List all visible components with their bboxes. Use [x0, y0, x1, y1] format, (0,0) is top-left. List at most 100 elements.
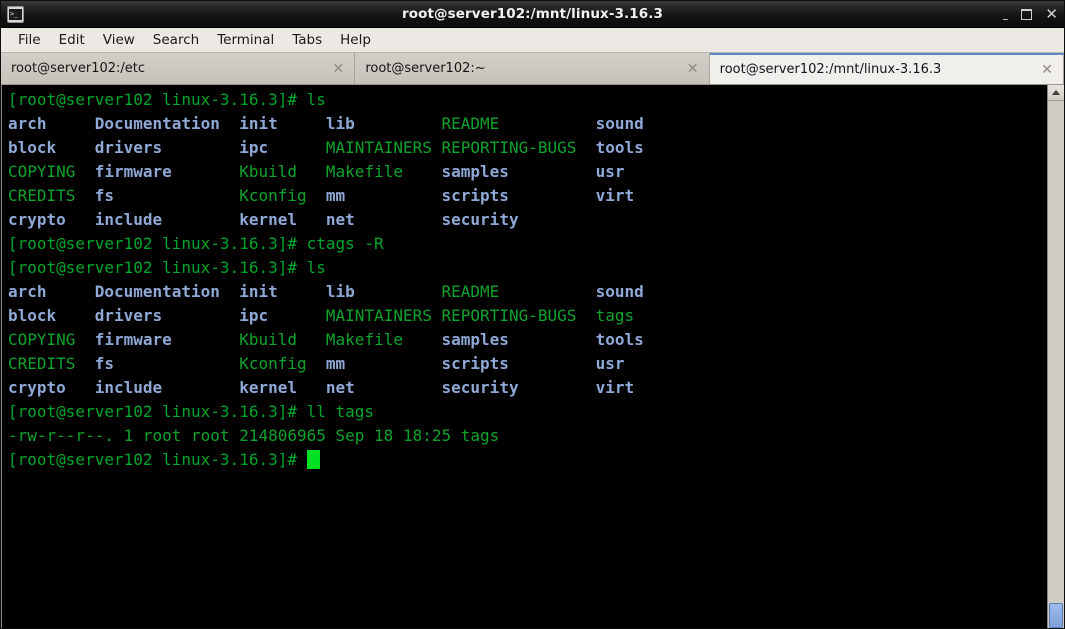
menu-item-search[interactable]: Search [144, 30, 208, 50]
ls-output-row: COPYING firmware Kbuild Makefile samples… [8, 160, 1047, 184]
menu-item-help[interactable]: Help [331, 30, 380, 50]
ls-directory-entry: samples [441, 162, 509, 181]
ls-directory-entry: Documentation [94, 282, 220, 301]
tab-label: root@server102:/etc [11, 61, 146, 76]
tab-close-icon[interactable]: ✕ [685, 61, 701, 77]
menu-item-file[interactable]: File [9, 30, 50, 50]
terminal-icon-glyph: >_ [9, 8, 22, 20]
ls-file-entry: Makefile [325, 162, 403, 181]
shell-command: ls [296, 90, 326, 109]
ls-directory-entry: include [94, 378, 163, 397]
ls-directory-entry: lib [325, 114, 355, 133]
ls-file-entry: COPYING [8, 162, 76, 181]
ls-file-entry: REPORTING-BUGS [441, 306, 577, 325]
shell-prompt: [root@server102 linux-3.16.3]# [8, 402, 297, 421]
ls-file-entry: Kconfig [239, 186, 307, 205]
ls-directory-entry: init [239, 282, 278, 301]
ls-output-row: crypto include kernel net security virt [8, 376, 1047, 400]
menu-item-terminal[interactable]: Terminal [208, 30, 283, 50]
terminal-command-line: [root@server102 linux-3.16.3]# ll tags [8, 400, 1047, 424]
ls-directory-entry: net [325, 210, 355, 229]
ls-file-entry: Kconfig [239, 354, 307, 373]
menu-item-tabs[interactable]: Tabs [283, 30, 331, 50]
ls-directory-entry: security [441, 378, 519, 397]
ls-directory-entry: block [8, 306, 57, 325]
ls-file-entry: Kbuild [239, 330, 297, 349]
ls-directory-entry: usr [595, 354, 625, 373]
ls-directory-entry: include [94, 210, 163, 229]
menu-item-view[interactable]: View [94, 30, 144, 50]
scrollbar-track[interactable] [1048, 101, 1064, 628]
ls-file-entry: README [441, 282, 500, 301]
ls-directory-entry: scripts [441, 354, 509, 373]
close-button[interactable]: ✕ [1045, 7, 1058, 22]
ls-output-row: CREDITS fs Kconfig mm scripts usr [8, 352, 1047, 376]
scrollbar-thumb[interactable] [1049, 603, 1063, 628]
chevron-up-icon [1052, 90, 1060, 95]
ls-directory-entry: scripts [441, 186, 509, 205]
tab-label: root@server102:/mnt/linux-3.16.3 [719, 62, 942, 77]
ls-file-entry: REPORTING-BUGS [441, 138, 577, 157]
ls-directory-entry: lib [325, 282, 355, 301]
titlebar[interactable]: >_ root@server102:/mnt/linux-3.16.3 – ✕ [1, 1, 1064, 28]
ls-directory-entry: arch [8, 282, 47, 301]
ls-directory-entry: virt [595, 378, 635, 397]
tab-label: root@server102:~ [365, 61, 486, 76]
text-cursor [306, 450, 320, 469]
tab-etc[interactable]: root@server102:/etc ✕ [1, 53, 356, 84]
ls-directory-entry: block [8, 138, 57, 157]
terminal-command-line: [root@server102 linux-3.16.3]# ctags -R [8, 232, 1047, 256]
ls-file-entry: tags [595, 306, 635, 325]
ls-output-row: arch Documentation init lib README sound [8, 112, 1047, 136]
ls-directory-entry: fs [94, 186, 114, 205]
tab-linux-source[interactable]: root@server102:/mnt/linux-3.16.3 ✕ [709, 53, 1064, 84]
ls-directory-entry: usr [595, 162, 625, 181]
ls-directory-entry: crypto [8, 210, 66, 229]
ls-file-entry: Makefile [325, 330, 403, 349]
menu-item-edit[interactable]: Edit [50, 30, 94, 50]
shell-prompt: [root@server102 linux-3.16.3]# [8, 90, 297, 109]
minimize-button[interactable]: – [1002, 13, 1008, 25]
tab-close-icon[interactable]: ✕ [1039, 62, 1055, 78]
ls-directory-entry: mm [325, 354, 346, 373]
ls-directory-entry: drivers [94, 306, 163, 325]
tab-home[interactable]: root@server102:~ ✕ [355, 53, 710, 84]
ls-output-row: block drivers ipc MAINTAINERS REPORTING-… [8, 136, 1047, 160]
tab-close-icon[interactable]: ✕ [330, 61, 346, 77]
scrollbar[interactable] [1047, 85, 1064, 628]
ls-output-row: CREDITS fs Kconfig mm scripts virt [8, 184, 1047, 208]
ls-directory-entry: security [441, 210, 519, 229]
scroll-up-button[interactable] [1048, 85, 1064, 101]
maximize-button[interactable] [1021, 9, 1033, 20]
shell-command: ll tags [296, 402, 375, 421]
ls-directory-entry: crypto [8, 378, 66, 397]
ls-directory-entry: tools [595, 138, 644, 157]
terminal-output[interactable]: [root@server102 linux-3.16.3]# ls arch Do… [2, 85, 1047, 628]
